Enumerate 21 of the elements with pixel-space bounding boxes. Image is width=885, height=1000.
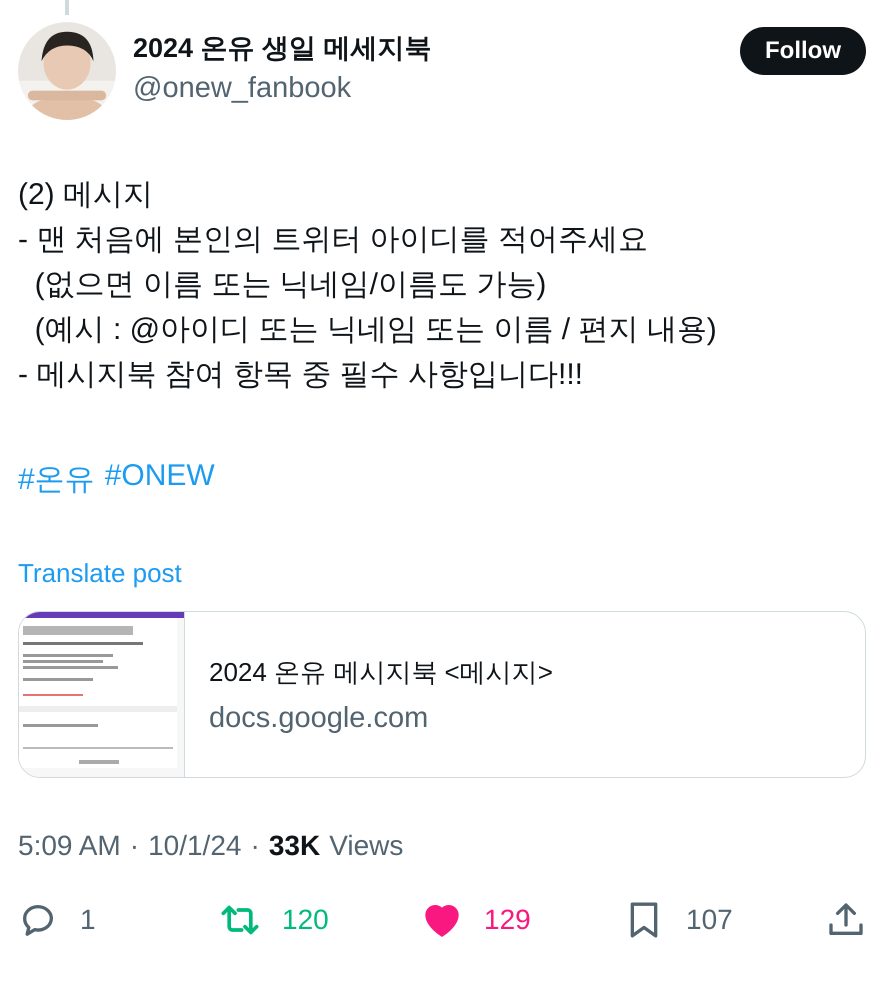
action-count: 120 — [282, 904, 329, 936]
post-text-line: (예시 : @아이디 또는 닉네임 또는 이름 / 편지 내용) — [34, 312, 718, 348]
views-count: 33K — [268, 830, 320, 862]
post-text-line: (없으면 이름 또는 닉네임/이름도 가능) — [34, 267, 548, 303]
separator-dot: · — [250, 830, 260, 862]
views-label: Views — [329, 830, 404, 862]
post-time: 5:09 AM — [18, 830, 121, 862]
action-count: 129 — [484, 904, 531, 936]
post-date: 10/1/24 — [148, 830, 242, 862]
post-text-line: - 맨 처음에 본인의 트위터 아이디를 적어주세요 — [18, 222, 649, 258]
link-card[interactable]: 2024 온유 메시지북 <메시지> docs.google.com — [18, 611, 866, 778]
post-text-line: (2) 메시지 — [18, 177, 154, 213]
action-count: 107 — [686, 904, 733, 936]
author-handle[interactable]: @onew_fanbook — [133, 72, 432, 105]
follow-button[interactable]: Follow — [740, 27, 866, 75]
link-domain: docs.google.com — [209, 702, 430, 734]
separator-dot: · — [130, 830, 140, 862]
author-name[interactable]: 2024 온유 생일 메세지북 — [133, 30, 432, 66]
action-count: 1 — [80, 904, 96, 936]
post-text-line: - 메시지북 참여 항목 중 필수 사항입니다!!! — [18, 357, 584, 393]
link-title: 2024 온유 메시지북 <메시지> — [209, 656, 553, 688]
